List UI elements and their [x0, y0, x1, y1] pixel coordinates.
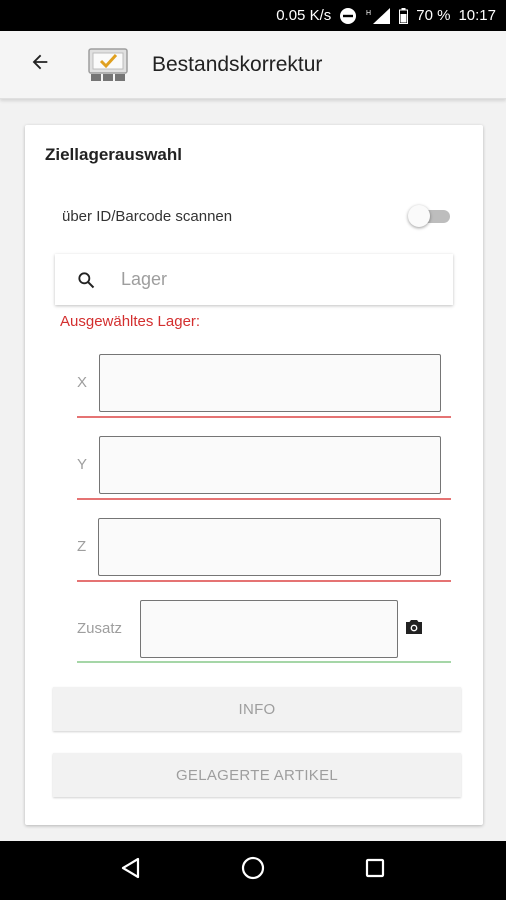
field-z-label: Z: [77, 538, 87, 555]
system-nav-bar: [0, 841, 506, 900]
back-button[interactable]: [20, 45, 60, 85]
storage-search-input[interactable]: [121, 269, 421, 290]
camera-button[interactable]: [403, 618, 425, 640]
circle-home-icon: [241, 856, 265, 885]
switch-thumb: [408, 205, 430, 227]
status-bar: 0.05 K/s H 70 % 10:17: [0, 0, 506, 31]
inventory-check-icon: [88, 47, 128, 83]
field-x-input[interactable]: [99, 354, 441, 412]
search-icon: [75, 269, 97, 291]
triangle-back-icon: [120, 857, 142, 884]
field-zusatz-input[interactable]: [140, 600, 398, 658]
field-zusatz-label: Zusatz: [77, 620, 123, 637]
scan-toggle-row: über ID/Barcode scannen: [62, 205, 452, 227]
field-x-label: X: [77, 374, 88, 391]
field-y-underline: [77, 498, 451, 500]
field-z: Z: [77, 518, 451, 584]
field-y-label: Y: [77, 456, 88, 473]
field-y-input[interactable]: [99, 436, 441, 494]
scan-toggle-label: über ID/Barcode scannen: [62, 207, 233, 225]
network-speed: 0.05 K/s: [276, 7, 332, 24]
page-title: Bestandskorrektur: [152, 52, 323, 76]
battery-level: 70 %: [416, 7, 451, 24]
network-type: H: [366, 10, 371, 17]
arrow-left-icon: [29, 51, 51, 78]
camera-icon: [405, 619, 423, 640]
nav-back-button[interactable]: [111, 851, 151, 891]
app-bar: Bestandskorrektur: [0, 31, 506, 99]
field-x: X: [77, 354, 451, 420]
field-zusatz: Zusatz: [77, 600, 451, 670]
nav-recents-button[interactable]: [355, 851, 395, 891]
clock: 10:17: [458, 7, 496, 24]
battery-icon: [399, 7, 409, 24]
signal-icon: H: [365, 7, 391, 25]
scan-toggle-switch[interactable]: [408, 205, 452, 227]
field-zusatz-underline: [77, 661, 451, 663]
field-x-underline: [77, 416, 451, 418]
do-not-disturb-icon: [339, 7, 357, 25]
target-storage-card: Ziellagerauswahl über ID/Barcode scannen…: [25, 125, 483, 825]
selected-storage-label: Ausgewähltes Lager:: [60, 313, 201, 330]
storage-search: [55, 254, 453, 305]
field-y: Y: [77, 436, 451, 502]
card-title: Ziellagerauswahl: [45, 145, 182, 164]
info-button[interactable]: INFO: [53, 687, 461, 731]
square-recents-icon: [365, 858, 385, 883]
field-z-input[interactable]: [98, 518, 441, 576]
stored-items-button[interactable]: GELAGERTE ARTIKEL: [53, 753, 461, 797]
nav-home-button[interactable]: [233, 851, 273, 891]
field-z-underline: [77, 580, 451, 582]
